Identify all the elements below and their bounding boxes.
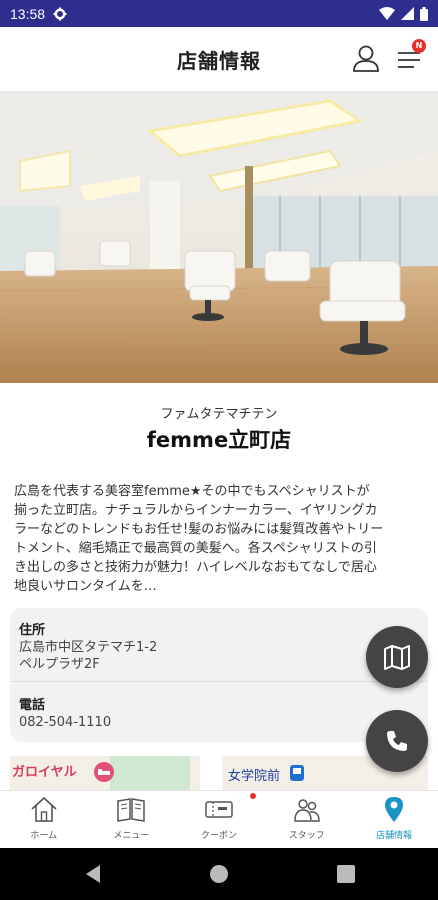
store-name: femme立町店 — [146, 428, 292, 452]
description-line: 揃った立町店。ナチュラルからインナーカラー、イヤリングカ — [14, 503, 378, 518]
notification-badge: N — [412, 39, 426, 53]
map-label-station: 女学院前 — [228, 769, 281, 784]
nav-staff[interactable]: スタッフ — [263, 791, 351, 848]
location-pin-icon — [385, 797, 404, 822]
app-header: 店舗情報 N — [0, 27, 438, 91]
tram-stop-icon — [290, 765, 304, 781]
back-icon[interactable] — [84, 864, 102, 884]
wifi-icon — [379, 7, 395, 20]
coupon-icon — [205, 801, 233, 818]
hotel-bed-icon — [94, 762, 114, 782]
nav-label: スタッフ — [288, 831, 325, 841]
store-info-card: 住所 広島市中区タテマチ1-2 ペルプラザ2F 電話 082-504-1110 — [10, 608, 428, 742]
user-account-button[interactable] — [350, 43, 382, 75]
nav-label: クーポン — [200, 831, 237, 841]
store-hero-image — [0, 91, 438, 383]
home-icon — [31, 796, 57, 822]
user-icon — [353, 45, 379, 72]
description-line: トメント、縮毛矯正で最高質の美髪へ。各スペシャリストの引 — [14, 541, 377, 556]
address-line-2: ペルプラザ2F — [19, 657, 100, 672]
map-road — [200, 752, 222, 792]
description-line: 地良いサロンタイムを… — [14, 579, 157, 594]
status-time: 13:58 — [10, 5, 46, 22]
nav-label: 店舗情報 — [376, 831, 413, 841]
map-icon — [384, 645, 410, 670]
status-bar: 13:58 — [0, 0, 438, 27]
recents-icon[interactable] — [337, 865, 355, 883]
call-button[interactable] — [366, 710, 428, 772]
map-park — [110, 756, 190, 792]
description-line: き出しの多さと技術力が魅力！ハイレベルなおもてなしで居心 — [14, 560, 377, 575]
signal-icon — [401, 7, 414, 20]
nav-coupon[interactable]: クーポン — [175, 791, 263, 848]
map-label-hotel: ガロイヤル — [12, 764, 77, 779]
settings-gear-icon — [53, 7, 67, 20]
address-line-1: 広島市中区タテマチ1-2 — [19, 640, 158, 655]
nav-label: メニュー — [113, 831, 150, 841]
nav-menu[interactable]: メニュー — [88, 791, 176, 848]
nav-label: ホーム — [30, 831, 58, 841]
divider — [10, 681, 428, 682]
nav-store-info[interactable]: 店舗情報 — [350, 791, 438, 848]
store-map[interactable]: ガロイヤル 女学院前 — [10, 752, 428, 792]
menu-book-icon — [117, 798, 146, 822]
description-line: 広島を代表する美容室femme★その中でもスペシャリストが — [14, 484, 370, 499]
battery-icon — [420, 6, 428, 21]
map-button[interactable] — [366, 626, 428, 688]
phone-icon — [387, 731, 407, 751]
page-title: 店舗情報 — [177, 48, 261, 73]
nav-home[interactable]: ホーム — [0, 791, 88, 848]
bottom-navigation: ホーム メニュー クーポン スタッフ 店舗情報 — [0, 790, 438, 848]
description-line: ラーなどのトレンドもお任せ!髪のお悩みには髪質改善やトリー — [14, 522, 384, 537]
phone-number[interactable]: 082-504-1110 — [19, 714, 111, 731]
new-coupon-dot — [249, 793, 256, 799]
address-label: 住所 — [19, 623, 46, 638]
home-circle-icon[interactable] — [209, 864, 229, 884]
staff-icon — [293, 799, 320, 822]
phone-label: 電話 — [19, 698, 46, 713]
menu-button[interactable]: N — [394, 39, 428, 75]
system-navigation-bar — [0, 848, 438, 900]
store-name-kana: ファムタテマチテン — [160, 407, 278, 422]
store-description: 広島を代表する美容室femme★その中でもスペシャリストが 揃った立町店。ナチュ… — [14, 482, 424, 596]
